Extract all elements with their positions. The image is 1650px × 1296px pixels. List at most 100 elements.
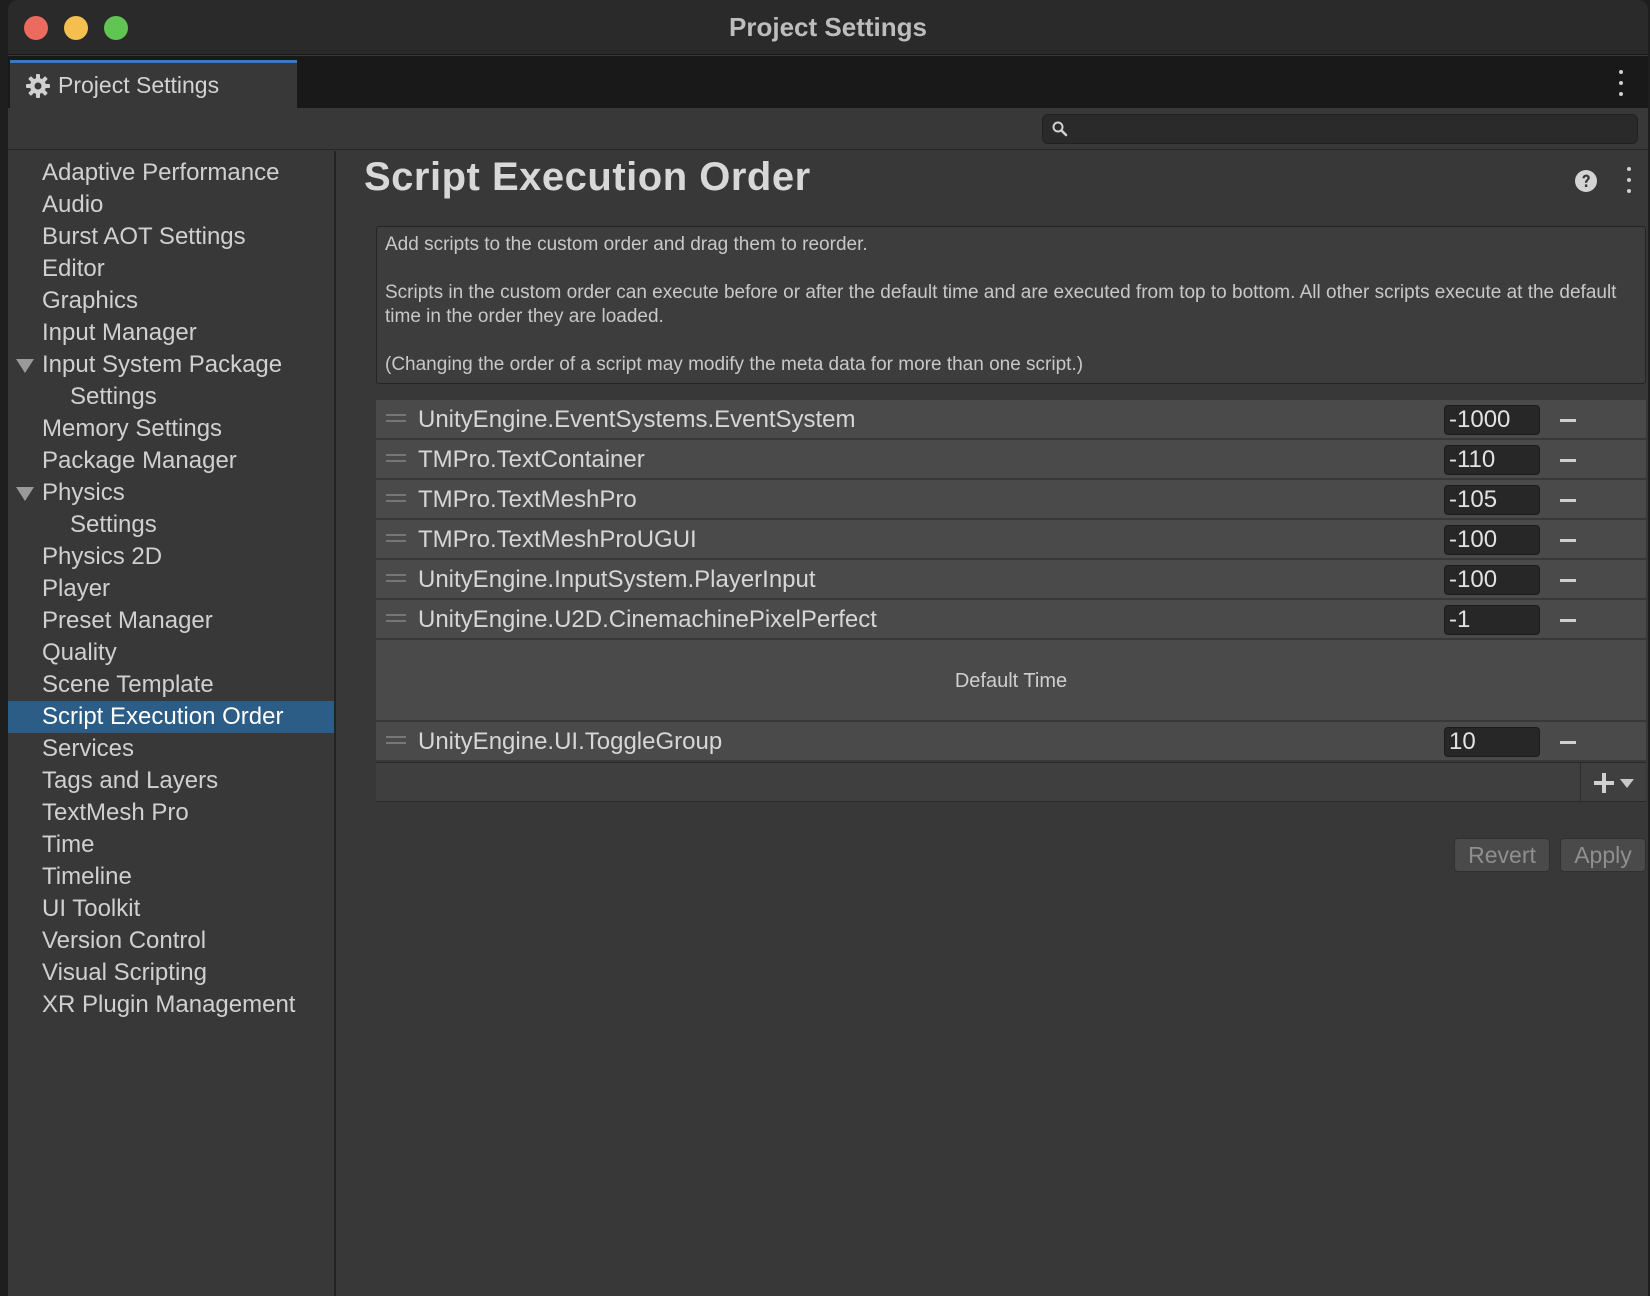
sidebar-item[interactable]: Scene Template <box>8 669 334 701</box>
expand-triangle-icon[interactable] <box>16 359 34 373</box>
drag-handle-icon[interactable] <box>386 574 406 582</box>
minus-icon <box>1560 618 1576 622</box>
sidebar-item[interactable]: Preset Manager <box>8 605 334 637</box>
sidebar-item[interactable]: Services <box>8 733 334 765</box>
window-title: Project Settings <box>729 12 927 42</box>
sidebar-item[interactable]: TextMesh Pro <box>8 797 334 829</box>
drag-handle-icon[interactable] <box>386 414 406 422</box>
search-icon <box>1051 120 1069 138</box>
sidebar-item[interactable]: Adaptive Performance <box>8 157 334 189</box>
add-script-button[interactable] <box>1580 763 1646 803</box>
sidebar-item[interactable]: Memory Settings <box>8 413 334 445</box>
drag-handle-icon[interactable] <box>386 614 406 622</box>
expand-triangle-icon[interactable] <box>16 487 34 501</box>
sidebar-item-label: Physics 2D <box>42 543 163 570</box>
sidebar-item-label: Tags and Layers <box>42 767 219 794</box>
sidebar-item[interactable]: Player <box>8 573 334 605</box>
help-text-line: Add scripts to the custom order and drag… <box>385 234 868 255</box>
script-name: UnityEngine.UI.ToggleGroup <box>418 728 723 755</box>
sidebar-item-label: Physics <box>42 479 125 506</box>
sidebar-item[interactable]: Quality <box>8 637 334 669</box>
sidebar-item-label: Preset Manager <box>42 607 213 634</box>
execution-order-field[interactable] <box>1444 485 1540 515</box>
sidebar-item-label: Settings <box>70 511 157 538</box>
window-menu-icon[interactable] <box>1616 70 1626 96</box>
remove-script-button[interactable] <box>1554 488 1582 512</box>
execution-order-field[interactable] <box>1444 565 1540 595</box>
minus-icon <box>1560 578 1576 582</box>
minus-icon <box>1560 740 1576 744</box>
sidebar-item[interactable]: Audio <box>8 189 334 221</box>
remove-script-button[interactable] <box>1554 448 1582 472</box>
script-row[interactable]: UnityEngine.InputSystem.PlayerInput <box>376 560 1646 600</box>
sidebar-item[interactable]: Physics 2D <box>8 541 334 573</box>
apply-button[interactable]: Apply <box>1560 838 1646 872</box>
sidebar-item-label: XR Plugin Management <box>42 991 296 1018</box>
drag-handle-icon[interactable] <box>386 534 406 542</box>
sidebar-item[interactable]: Burst AOT Settings <box>8 221 334 253</box>
sidebar-item[interactable]: Physics <box>8 477 334 509</box>
sidebar-item[interactable]: Time <box>8 829 334 861</box>
sidebar-item[interactable]: Package Manager <box>8 445 334 477</box>
tab-project-settings[interactable]: Project Settings <box>10 60 297 108</box>
remove-script-button[interactable] <box>1554 568 1582 592</box>
toolbar <box>8 108 1648 150</box>
help-icon[interactable] <box>1574 169 1598 193</box>
sidebar-item-label: Player <box>42 575 111 602</box>
search-input[interactable] <box>1075 115 1625 143</box>
settings-sidebar: Adaptive Performance Audio Burst AOT Setti… <box>8 151 336 1296</box>
sidebar-item-label: Editor <box>42 255 105 282</box>
sidebar-item[interactable]: Visual Scripting <box>8 957 334 989</box>
execution-order-field[interactable] <box>1444 525 1540 555</box>
sidebar-item-label: Quality <box>42 639 117 666</box>
sidebar-item[interactable]: Script Execution Order <box>8 701 334 733</box>
minus-icon <box>1560 418 1576 422</box>
script-row[interactable]: TMPro.TextMeshPro <box>376 480 1646 520</box>
script-row[interactable]: UnityEngine.UI.ToggleGroup <box>376 722 1646 762</box>
execution-order-field[interactable] <box>1444 445 1540 475</box>
sidebar-item[interactable]: Input Manager <box>8 317 334 349</box>
revert-button[interactable]: Revert <box>1454 838 1550 872</box>
sidebar-item[interactable]: Version Control <box>8 925 334 957</box>
sidebar-item-label: Services <box>42 735 135 762</box>
sidebar-item[interactable]: Graphics <box>8 285 334 317</box>
sidebar-item[interactable]: Tags and Layers <box>8 765 334 797</box>
default-time-separator: Default Time <box>376 640 1646 722</box>
sidebar-item[interactable]: Timeline <box>8 861 334 893</box>
sidebar-item[interactable]: Settings <box>8 509 334 541</box>
sidebar-item[interactable]: UI Toolkit <box>8 893 334 925</box>
sidebar-item-label: Burst AOT Settings <box>42 223 246 250</box>
sidebar-item-label: Settings <box>70 383 157 410</box>
script-name: TMPro.TextMeshPro <box>418 486 637 513</box>
drag-handle-icon[interactable] <box>386 454 406 462</box>
chevron-down-icon <box>1619 778 1634 788</box>
execution-order-field[interactable] <box>1444 727 1540 757</box>
gear-icon <box>26 73 50 98</box>
sidebar-item[interactable]: XR Plugin Management <box>8 989 334 1021</box>
sidebar-item-label: Package Manager <box>42 447 237 474</box>
sidebar-item[interactable]: Editor <box>8 253 334 285</box>
execution-order-list: UnityEngine.EventSystems.EventSystem TMPr… <box>376 400 1646 803</box>
search-field[interactable] <box>1042 114 1638 144</box>
script-name: UnityEngine.U2D.CinemachinePixelPerfect <box>418 606 877 633</box>
remove-script-button[interactable] <box>1554 528 1582 552</box>
execution-order-field[interactable] <box>1444 405 1540 435</box>
script-row[interactable]: UnityEngine.U2D.CinemachinePixelPerfect <box>376 600 1646 640</box>
remove-script-button[interactable] <box>1554 730 1582 754</box>
tab-label: Project Settings <box>58 72 220 98</box>
plus-icon <box>1593 773 1614 793</box>
script-row[interactable]: UnityEngine.EventSystems.EventSystem <box>376 400 1646 440</box>
script-row[interactable]: TMPro.TextMeshProUGUI <box>376 520 1646 560</box>
drag-handle-icon[interactable] <box>386 494 406 502</box>
script-row[interactable]: TMPro.TextContainer <box>376 440 1646 480</box>
help-box: Add scripts to the custom order and drag… <box>376 226 1646 384</box>
drag-handle-icon[interactable] <box>386 736 406 744</box>
remove-script-button[interactable] <box>1554 408 1582 432</box>
title-bar[interactable]: Project Settings <box>8 0 1648 55</box>
execution-order-field[interactable] <box>1444 605 1540 635</box>
sidebar-item[interactable]: Settings <box>8 381 334 413</box>
sidebar-item[interactable]: Input System Package <box>8 349 334 381</box>
minus-icon <box>1560 538 1576 542</box>
remove-script-button[interactable] <box>1554 608 1582 632</box>
component-menu-icon[interactable] <box>1624 167 1634 193</box>
